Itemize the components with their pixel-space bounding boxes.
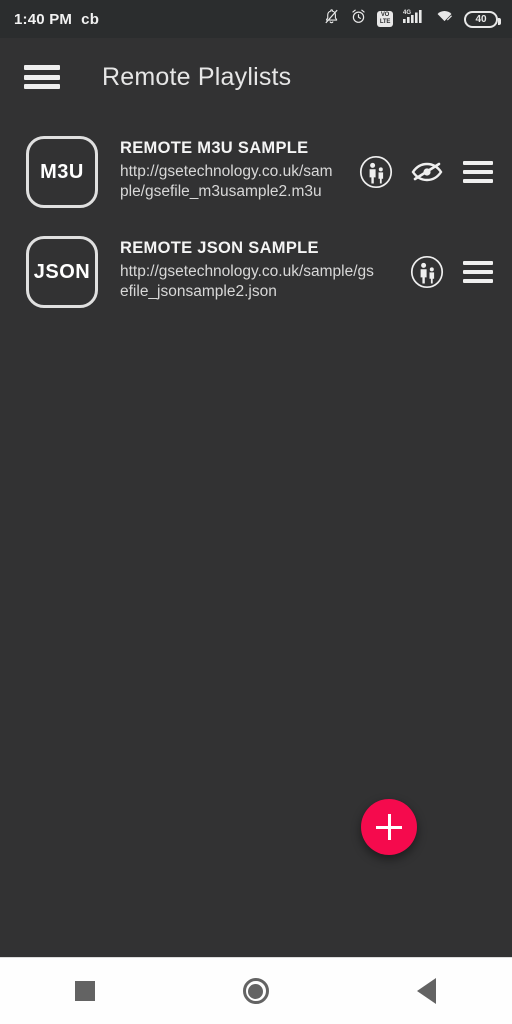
list-item[interactable]: M3U REMOTE M3U SAMPLE http://gsetechnolo… — [0, 122, 512, 222]
page-title: Remote Playlists — [102, 62, 292, 91]
overflow-menu-bars — [463, 261, 493, 283]
plus-icon-vertical — [387, 814, 391, 840]
playlist-title: REMOTE M3U SAMPLE — [120, 139, 309, 157]
status-bar-left: 1:40 PM cb — [14, 11, 99, 28]
overflow-menu-icon[interactable] — [460, 154, 496, 190]
playlist-text-block: REMOTE M3U SAMPLE http://gsetechnology.c… — [120, 136, 358, 201]
playlist-list: M3U REMOTE M3U SAMPLE http://gsetechnolo… — [0, 122, 512, 322]
hamburger-bar-3 — [24, 84, 60, 89]
parental-control-icon[interactable] — [358, 154, 394, 190]
square-icon — [75, 981, 96, 1001]
signal-bars-icon: 4G — [403, 8, 425, 30]
hamburger-bar-1 — [24, 65, 60, 70]
overflow-bar-3 — [463, 179, 493, 183]
overflow-bar-2 — [463, 170, 493, 174]
overflow-menu-icon[interactable] — [460, 254, 496, 290]
app-bar: Remote Playlists — [0, 38, 512, 116]
playlist-url: http://gsetechnology.co.uk/sample/gsefil… — [120, 163, 333, 200]
playlist-text-block: REMOTE JSON SAMPLE http://gsetechnology.… — [120, 236, 409, 301]
playlist-url: http://gsetechnology.co.uk/sample/gsefil… — [120, 263, 374, 300]
status-bar-right: VO LTE 4G 40 — [323, 8, 501, 30]
status-bar: 1:40 PM cb VO LTE 4G 40 — [0, 0, 512, 38]
playlist-title: REMOTE JSON SAMPLE — [120, 239, 319, 257]
playlist-type-badge: JSON — [26, 236, 98, 308]
hamburger-menu-icon[interactable] — [24, 62, 60, 92]
bell-muted-icon — [323, 8, 340, 30]
battery-icon: 40 — [464, 10, 501, 28]
volte-line-1: VO — [380, 12, 390, 18]
home-button[interactable] — [220, 966, 292, 1016]
overflow-bar-3 — [463, 279, 493, 283]
hidden-eye-icon[interactable] — [409, 154, 445, 190]
recents-button[interactable] — [49, 966, 121, 1016]
circle-icon — [242, 978, 269, 1004]
overflow-bar-2 — [463, 270, 493, 274]
overflow-menu-bars — [463, 161, 493, 183]
playlist-actions — [358, 136, 496, 190]
phone-screen: 1:40 PM cb VO LTE 4G 40 Remote Playlists… — [0, 0, 512, 1024]
system-navigation-bar — [0, 957, 512, 1024]
parental-control-icon[interactable] — [409, 254, 445, 290]
playlist-type-badge: M3U — [26, 136, 98, 208]
add-playlist-button[interactable] — [361, 799, 417, 855]
battery-level-text: 40 — [475, 13, 487, 25]
list-item[interactable]: JSON REMOTE JSON SAMPLE http://gsetechno… — [0, 222, 512, 322]
playlist-actions — [409, 236, 496, 290]
triangle-left-icon — [417, 978, 437, 1004]
wifi-icon — [435, 8, 454, 30]
overflow-bar-1 — [463, 161, 493, 165]
hamburger-bar-2 — [24, 74, 60, 80]
back-button[interactable] — [391, 966, 463, 1016]
volte-line-2: LTE — [379, 19, 391, 25]
overflow-bar-1 — [463, 261, 493, 265]
volte-icon: VO LTE — [377, 11, 393, 27]
status-clock: 1:40 PM — [14, 10, 73, 28]
svg-text:4G: 4G — [403, 10, 411, 16]
status-carrier-label: cb — [81, 10, 100, 28]
alarm-clock-icon — [350, 8, 367, 30]
